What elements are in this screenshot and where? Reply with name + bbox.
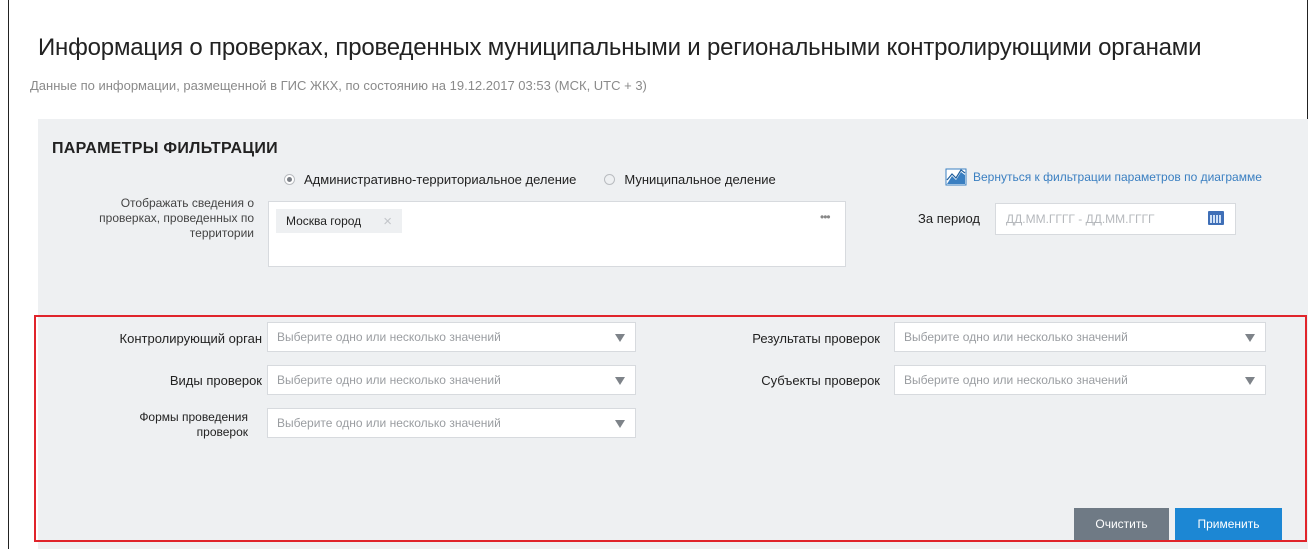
page-subtitle: Данные по информации, размещенной в ГИС … [30,78,647,93]
results-placeholder: Выберите одно или несколько значений [904,330,1128,344]
period-label: За период [918,211,980,226]
inspection-forms-label: Формы проведения проверок [139,410,248,439]
dropdown-arrow-icon [615,377,625,385]
clear-button[interactable]: Очистить [1074,508,1169,540]
control-organ-label: Контролирующий орган [119,331,262,346]
radio-admin-label: Административно-территориальное деление [304,172,577,187]
dropdown-arrow-icon [615,420,625,428]
subjects-label: Субъекты проверок [761,373,880,388]
division-radio-group: Административно-территориальное деление … [284,172,776,187]
results-select[interactable]: Выберите одно или несколько значений [894,322,1266,352]
radio-unchecked-icon [604,174,616,185]
dropdown-arrow-icon [1245,334,1255,342]
inspection-forms-placeholder: Выберите одно или несколько значений [277,416,501,430]
radio-admin-division[interactable]: Административно-территориальное деление [284,172,576,187]
period-placeholder: ДД.ММ.ГГГГ - ДД.ММ.ГГГГ [1006,212,1155,226]
inspection-types-placeholder: Выберите одно или несколько значений [277,373,501,387]
inspection-forms-select[interactable]: Выберите одно или несколько значений [267,408,636,438]
calendar-icon[interactable] [1208,211,1224,225]
territory-chip[interactable]: Москва город × [276,209,402,233]
chip-remove-icon[interactable]: × [383,213,392,230]
radio-checked-icon [284,174,295,185]
radio-municipal-label: Муниципальное деление [624,172,776,187]
filter-panel-heading: ПАРАМЕТРЫ ФИЛЬТРАЦИИ [52,140,278,157]
back-link-label: Вернуться к фильтрации параметров по диа… [973,170,1262,184]
subjects-placeholder: Выберите одно или несколько значений [904,373,1128,387]
results-label: Результаты проверок [752,331,880,346]
control-organ-select[interactable]: Выберите одно или несколько значений [267,322,636,352]
control-organ-placeholder: Выберите одно или несколько значений [277,330,501,344]
page-title: Информация о проверках, проведенных муни… [38,34,1202,61]
dropdown-arrow-icon [615,334,625,342]
dropdown-arrow-icon [1245,377,1255,385]
back-to-chart-link[interactable]: Вернуться к фильтрации параметров по диа… [945,168,1262,186]
apply-button[interactable]: Применить [1175,508,1282,540]
inspection-types-label: Виды проверок [169,373,262,388]
territory-more-button[interactable]: ••• [820,210,831,224]
territory-chip-label: Москва город [286,214,362,228]
territory-label: Отображать сведения о проверках, проведе… [99,196,254,240]
inspection-types-select[interactable]: Выберите одно или несколько значений [267,365,636,395]
subjects-select[interactable]: Выберите одно или несколько значений [894,365,1266,395]
chart-icon [945,168,967,186]
radio-municipal-division[interactable]: Муниципальное деление [604,172,776,187]
